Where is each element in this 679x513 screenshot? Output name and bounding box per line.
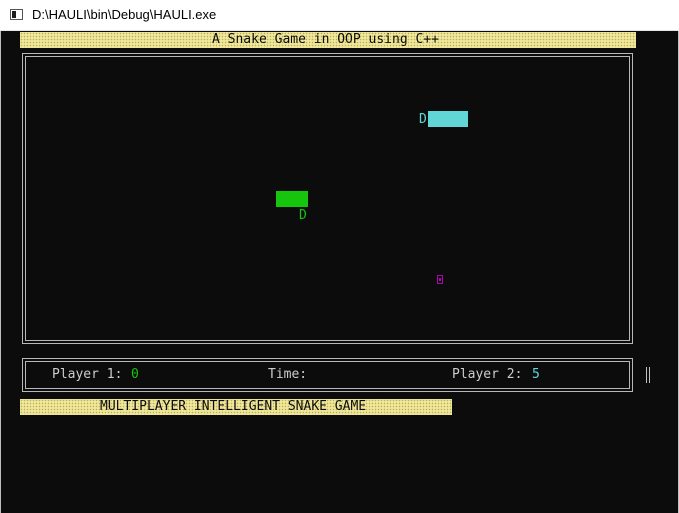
- footer-banner: MULTIPLAYER INTELLIGENT SNAKE GAME: [20, 399, 452, 415]
- player2-snake-head: D: [419, 112, 427, 127]
- time-label: Time:: [268, 367, 308, 382]
- player1-snake-body: [276, 191, 308, 207]
- player2-label: Player 2:: [452, 367, 523, 382]
- console-area: A Snake Game in OOP using C++ D D Player…: [0, 31, 679, 513]
- cursor-mark: [646, 367, 650, 383]
- player1-label: Player 1:: [52, 367, 123, 382]
- window-title: D:\HAULI\bin\Debug\HAULI.exe: [32, 7, 217, 22]
- game-board: [22, 53, 633, 344]
- header-banner-text: A Snake Game in OOP using C++: [212, 32, 439, 47]
- player2-score: 5: [532, 367, 540, 382]
- food-icon: [437, 275, 443, 284]
- player1-score: 0: [131, 367, 139, 382]
- console-app-icon: [10, 9, 23, 20]
- header-banner: A Snake Game in OOP using C++: [20, 32, 636, 48]
- player1-snake-head: D: [299, 208, 307, 223]
- player2-snake-body: [428, 111, 468, 127]
- footer-banner-text: MULTIPLAYER INTELLIGENT SNAKE GAME: [100, 399, 367, 414]
- title-bar[interactable]: D:\HAULI\bin\Debug\HAULI.exe: [0, 0, 679, 31]
